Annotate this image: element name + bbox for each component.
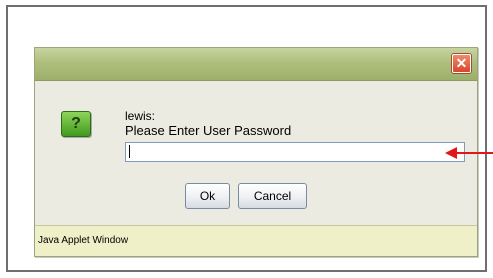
question-icon: ? (61, 111, 91, 137)
dialog-body: ? lewis: Please Enter User Password Ok C… (35, 81, 477, 226)
user-label: lewis: (125, 109, 156, 123)
text-caret (129, 145, 130, 158)
password-dialog: ✕ ? lewis: Please Enter User Password Ok… (34, 47, 478, 257)
ok-button[interactable]: Ok (185, 183, 230, 209)
password-prompt-label: Please Enter User Password (125, 123, 292, 138)
password-input[interactable] (125, 142, 465, 162)
red-arrow-line (455, 152, 493, 154)
cancel-button[interactable]: Cancel (238, 183, 307, 209)
status-text: Java Applet Window (38, 235, 129, 246)
dialog-titlebar[interactable]: ✕ (35, 48, 477, 81)
screenshot-frame: ✕ ? lewis: Please Enter User Password Ok… (6, 5, 493, 272)
close-button[interactable]: ✕ (452, 54, 471, 73)
close-icon: ✕ (455, 55, 468, 71)
applet-status-bar: Java Applet Window (35, 225, 477, 256)
